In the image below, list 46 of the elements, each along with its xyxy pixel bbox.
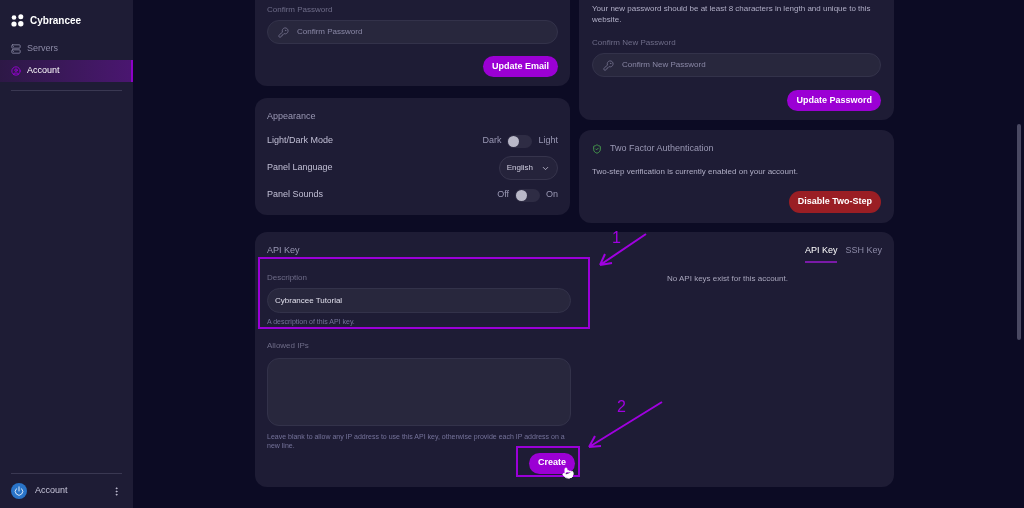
update-email-button[interactable]: Update Email xyxy=(483,56,558,77)
field-label: Allowed IPs xyxy=(267,339,310,352)
key-icon xyxy=(278,26,289,38)
setting-label: Light/Dark Mode xyxy=(267,134,334,148)
scrollbar[interactable] xyxy=(1017,124,1021,340)
field-label: Confirm New Password xyxy=(592,37,677,49)
password-field[interactable]: Confirm New Password xyxy=(592,53,881,77)
account-name: Account xyxy=(35,484,68,498)
empty-message: No API keys exist for this account. xyxy=(667,273,789,285)
two-factor-text: Two-step verification is currently enabled on your account. xyxy=(592,165,799,178)
language-select[interactable]: English xyxy=(498,156,558,180)
toggle-on-label: Light xyxy=(538,134,558,148)
user-icon xyxy=(11,66,21,76)
sidebar-item[interactable]: Account xyxy=(0,60,133,82)
password-note: Your new password should be at least 8 characters in length and unique to this website. xyxy=(592,3,872,25)
shield-check-icon xyxy=(592,143,602,154)
field-label: Description xyxy=(267,272,308,284)
disable-two-step-button[interactable]: Disable Two-Step xyxy=(788,190,881,213)
update-password-button[interactable]: Update Password xyxy=(787,90,881,111)
arrow-drawing xyxy=(596,232,648,268)
step-number: 1 xyxy=(612,228,621,248)
key-icon xyxy=(603,59,614,71)
password-field[interactable]: Confirm Password xyxy=(267,20,558,44)
power-icon xyxy=(11,483,27,499)
highlight-frame xyxy=(516,446,580,477)
section-title: Two Factor Authentication xyxy=(610,142,714,155)
logo-icon xyxy=(11,14,24,27)
section-title: API Key xyxy=(267,243,301,257)
cursor-icon xyxy=(562,467,574,479)
tab[interactable]: API Key xyxy=(804,243,838,263)
setting-label: Panel Sounds xyxy=(267,188,324,202)
sidebar-item[interactable]: Servers xyxy=(0,38,133,60)
field-label: Confirm Password xyxy=(267,4,334,16)
server-icon xyxy=(11,44,21,54)
toggle-switch[interactable] xyxy=(515,188,540,202)
step-number: 2 xyxy=(617,397,626,417)
description-field[interactable]: Cybrancee Tutorial xyxy=(267,288,571,313)
section-title: Appearance xyxy=(267,110,317,123)
tab[interactable]: SSH Key xyxy=(845,243,882,263)
toggle-off-label: Off xyxy=(497,188,509,202)
create-button[interactable]: Create xyxy=(529,452,575,474)
setting-label: Panel Language xyxy=(267,161,333,175)
toggle-off-label: Dark xyxy=(482,134,502,148)
brand-name: Cybrancee xyxy=(30,14,82,28)
toggle-on-label: On xyxy=(546,188,558,202)
toggle-switch[interactable] xyxy=(507,134,533,148)
